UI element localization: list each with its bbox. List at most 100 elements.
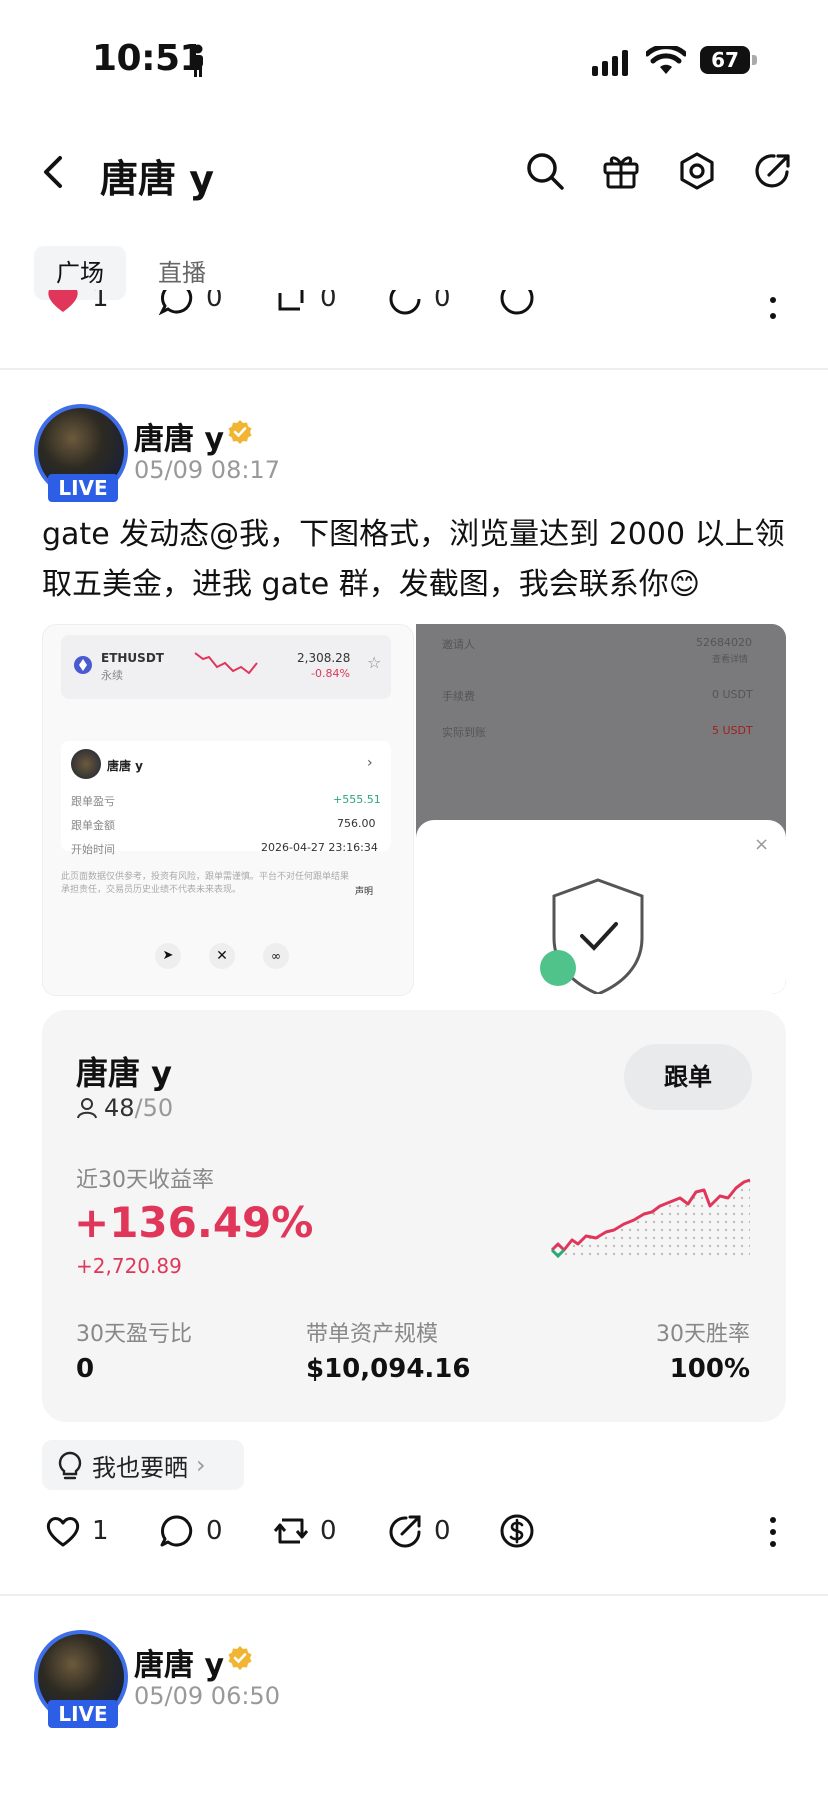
row-value: 5 USDT: [712, 724, 753, 737]
gate-logo-icon: [540, 950, 576, 986]
row-value: 2026-04-27 23:16:34: [261, 841, 378, 854]
repost-button[interactable]: 0: [272, 1512, 337, 1550]
telegram-icon: ➤: [155, 943, 181, 969]
prev-share-button[interactable]: 0: [386, 290, 451, 320]
prev-repost-button[interactable]: 0: [272, 290, 337, 320]
row-value: 0 USDT: [712, 688, 753, 701]
prev-comment-button[interactable]: 0: [158, 290, 223, 320]
search-icon[interactable]: [524, 150, 566, 192]
share-too-label: 我也要晒: [92, 1453, 188, 1482]
prev-like-button[interactable]: 1: [44, 290, 109, 320]
prev-like-count: 1: [92, 290, 109, 313]
row-label: 手续费: [442, 690, 475, 703]
share-icon: [389, 1515, 421, 1548]
post-timestamp: 05/09 08:17: [134, 456, 280, 484]
back-icon[interactable]: [34, 152, 74, 192]
gift-icon[interactable]: [600, 150, 642, 192]
disclaimer-link: 声明: [355, 887, 374, 897]
stat-value: $10,094.16: [306, 1354, 471, 1384]
battery-tip: [752, 55, 757, 65]
close-icon[interactable]: ×: [754, 834, 769, 855]
row-value: 52684020: [696, 636, 752, 649]
wifi-icon: [646, 46, 686, 74]
heart-filled-icon: [48, 290, 78, 312]
stat-label: 30天胜率: [656, 1322, 750, 1347]
share-count: 0: [434, 1516, 451, 1546]
post-image-right[interactable]: 邀请人 52684020 查看详情 手续费 0 USDT 实际到账 5 USDT…: [416, 624, 786, 994]
star-icon[interactable]: ☆: [367, 653, 381, 672]
live-badge: LIVE: [48, 1700, 118, 1728]
battery-indicator: 67: [700, 46, 750, 74]
row-value: 756.00: [337, 817, 376, 830]
row-label: 实际到账: [442, 726, 486, 739]
row-value: +555.51: [333, 793, 381, 806]
divider: [0, 1594, 828, 1596]
dollar-icon: [500, 1514, 534, 1548]
status-time: 10:51: [92, 38, 205, 79]
divider: [0, 368, 828, 370]
row-label: 开始时间: [71, 843, 115, 856]
trader-name: 唐唐 y: [107, 759, 144, 773]
roi-value: +136.49%: [74, 1198, 314, 1247]
pair-type: 永续: [101, 669, 123, 682]
row-label: 邀请人: [442, 638, 475, 651]
live-badge: LIVE: [48, 474, 118, 502]
share-too-button[interactable]: 我也要晒 ›: [42, 1440, 244, 1490]
post-author[interactable]: 唐唐 y: [134, 1640, 224, 1684]
tip-button[interactable]: [498, 1512, 536, 1550]
pair-name: ETHUSDT: [101, 651, 164, 665]
comment-count: 0: [206, 1516, 223, 1546]
followers-count: 48/50: [76, 1094, 173, 1122]
card-trader-name: 唐唐 y: [76, 1054, 173, 1092]
copy-trade-button[interactable]: 跟单: [624, 1044, 752, 1110]
more-icon[interactable]: [768, 1516, 778, 1548]
heart-icon: [46, 1517, 80, 1547]
share-icon[interactable]: [752, 150, 794, 192]
post-image-left[interactable]: ETHUSDT 永续 2,308.28 -0.84% ☆ 唐唐 y › 跟单盈亏…: [42, 624, 414, 996]
comment-icon: [160, 1515, 193, 1547]
more-icon[interactable]: [768, 296, 778, 320]
comment-icon: [158, 290, 193, 316]
stat-label: 30天盈亏比: [76, 1322, 192, 1347]
eth-icon: [74, 656, 92, 674]
verified-badge-icon: [228, 1646, 252, 1670]
chevron-right-icon: ›: [367, 755, 373, 771]
stat-value: 100%: [669, 1354, 750, 1384]
share-icon: [389, 290, 421, 315]
pair-change: -0.84%: [311, 667, 350, 680]
settings-icon[interactable]: [676, 150, 718, 192]
comment-button[interactable]: 0: [158, 1512, 223, 1550]
prev-share-count: 0: [434, 290, 451, 313]
post-text: gate 发动态@我，下图格式，浏览量达到 2000 以上领取五美金，进我 ga…: [42, 517, 785, 602]
pnl-value: +2,720.89: [76, 1254, 182, 1278]
page-title: 唐唐 y: [100, 157, 215, 201]
roi-sparkline: [550, 1178, 751, 1259]
row-sub: 查看详情: [712, 655, 749, 665]
repost-icon: [278, 290, 304, 311]
share-button[interactable]: 0: [386, 1512, 451, 1550]
disclaimer-text: 此页面数据仅供参考，投资有风险，跟单需谨慎。平台不对任何跟单结果承担责任，交易员…: [61, 872, 350, 895]
prev-tip-button[interactable]: [498, 290, 536, 320]
stat-label: 带单资产规模: [306, 1322, 439, 1347]
dollar-icon: [500, 290, 534, 315]
user-icon: [77, 1098, 97, 1119]
like-button[interactable]: 1: [44, 1512, 109, 1550]
lightbulb-icon: [58, 1451, 82, 1480]
post-author[interactable]: 唐唐 y: [134, 414, 224, 458]
trader-avatar: [71, 749, 101, 779]
person-icon: [193, 44, 203, 77]
followers-current: 48: [104, 1094, 135, 1122]
row-label: 跟单盈亏: [71, 795, 115, 808]
roi-label: 近30天收益率: [76, 1168, 214, 1193]
mini-sparkline: [194, 652, 258, 675]
link-icon: ∞: [263, 943, 289, 969]
prev-comment-count: 0: [206, 290, 223, 313]
repost-count: 0: [320, 1516, 337, 1546]
verified-badge-icon: [228, 420, 252, 444]
x-icon: ✕: [209, 943, 235, 969]
stat-value: 0: [76, 1354, 95, 1384]
pair-price: 2,308.28: [297, 651, 351, 665]
row-label: 跟单金额: [71, 819, 115, 832]
post-timestamp: 05/09 06:50: [134, 1682, 280, 1710]
like-count: 1: [92, 1516, 109, 1546]
